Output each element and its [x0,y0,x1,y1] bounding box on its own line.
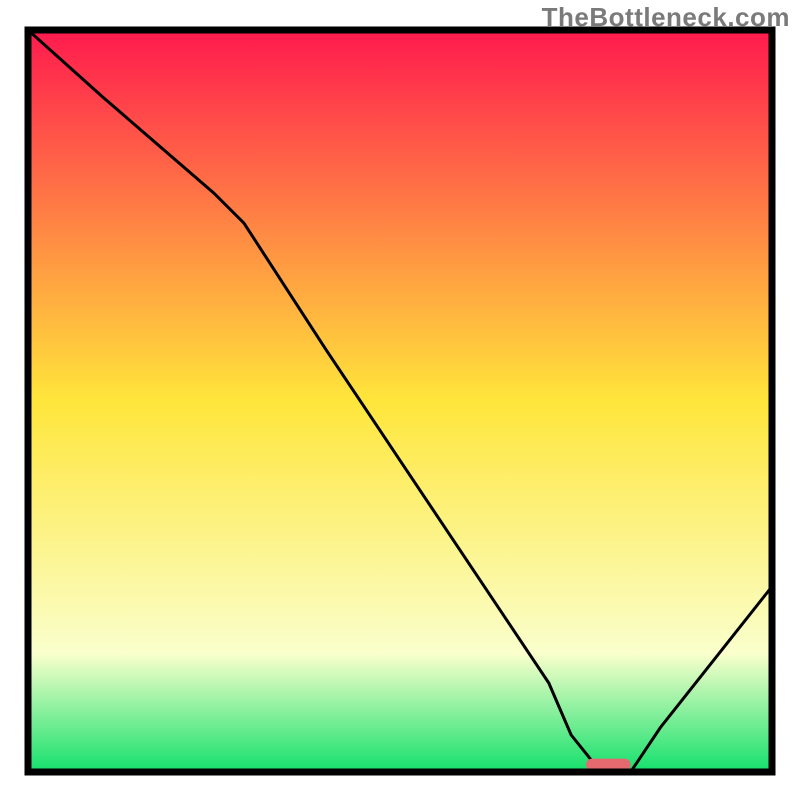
chart-canvas [0,0,800,800]
chart-root: { "watermark": "TheBottleneck.com", "cha… [0,0,800,800]
plot-background [28,30,772,772]
